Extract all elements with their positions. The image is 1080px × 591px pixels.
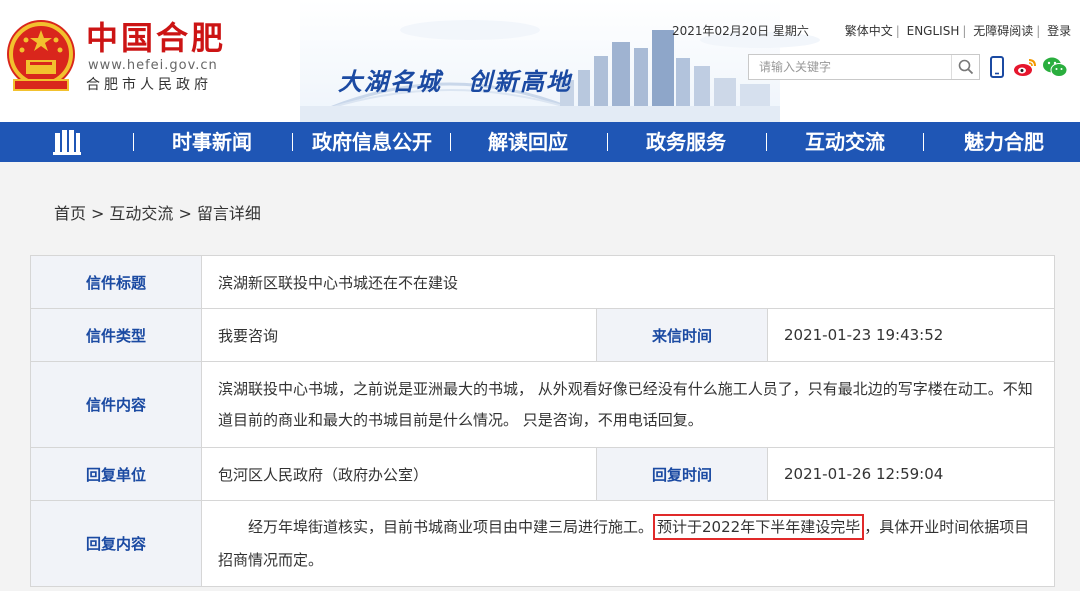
reply-content-label: 回复内容	[30, 500, 202, 587]
nav-separator	[923, 133, 924, 151]
logo-title: 中国合肥	[86, 19, 227, 57]
table-row: 回复单位 包河区人民政府（政府办公室） 回复时间 2021-01-26 12:5…	[30, 447, 1056, 501]
page: 中国合肥 www.hefei.gov.cn 合肥市人民政府 大湖名城 创新高地 …	[0, 0, 1080, 591]
letter-time-label: 来信时间	[596, 308, 768, 362]
nav-separator	[450, 133, 451, 151]
top-utility-bar: 2021年02月20日 星期六 繁体中文 | ENGLISH | 无障碍阅读 | 登录	[672, 22, 1071, 39]
reply-content-part1: 经万年埠街道核实，目前书城商业项目由中建三局进行施工。	[248, 517, 654, 536]
separator: |	[1036, 24, 1041, 38]
table-row: 信件标题 滨湖新区联投中心书城还在不在建设	[30, 255, 1056, 309]
logo-subtitle: 合肥市人民政府	[86, 77, 212, 93]
reply-highlight: 预计于2022年下半年建设完毕	[653, 513, 865, 540]
wechat-icon	[1043, 57, 1068, 77]
letter-detail-table: 信件标题 滨湖新区联投中心书城还在不在建设 信件类型 我要咨询 来信时间 202…	[30, 255, 1056, 587]
reply-time-label: 回复时间	[596, 447, 768, 501]
nav-home-button[interactable]	[52, 128, 82, 156]
reply-time: 2021-01-26 12:59:04	[766, 447, 1056, 501]
logo-url: www.hefei.gov.cn	[88, 58, 218, 73]
breadcrumb: 首页 > 互动交流 > 留言详细	[54, 200, 261, 224]
search-button[interactable]	[951, 55, 979, 79]
search-box	[748, 54, 980, 80]
nav-item-interpretation[interactable]: 解读回应	[474, 122, 582, 162]
reply-unit: 包河区人民政府（政府办公室）	[201, 447, 597, 501]
letter-type: 我要咨询	[201, 308, 597, 362]
table-row: 信件类型 我要咨询 来信时间 2021-01-23 19:43:52	[30, 308, 1056, 362]
search-input[interactable]	[749, 55, 949, 79]
letter-content-label: 信件内容	[30, 361, 202, 448]
national-emblem-icon	[7, 20, 75, 91]
breadcrumb-separator: >	[91, 204, 105, 223]
breadcrumb-interaction[interactable]: 互动交流	[109, 204, 173, 223]
nav-separator	[607, 133, 608, 151]
traditional-chinese-link[interactable]: 繁体中文	[845, 24, 893, 38]
letter-type-label: 信件类型	[30, 308, 202, 362]
mobile-icon	[990, 56, 1004, 78]
nav-item-interaction[interactable]: 互动交流	[791, 122, 899, 162]
breadcrumb-current: 留言详细	[196, 204, 261, 223]
nav-separator	[766, 133, 767, 151]
reply-content: 经万年埠街道核实，目前书城商业项目由中建三局进行施工。 预计于2022年下半年建设…	[200, 500, 1056, 587]
main-navigation: 时事新闻 政府信息公开 解读回应 政务服务 互动交流 魅力合肥	[0, 122, 1080, 162]
breadcrumb-separator: >	[178, 204, 192, 223]
table-row: 信件内容 滨湖联投中心书城，之前说是亚洲最大的书城， 从外观看好像已经没有什么施…	[30, 361, 1056, 448]
letter-content: 滨湖联投中心书城，之前说是亚洲最大的书城， 从外观看好像已经没有什么施工人员了，…	[200, 361, 1056, 448]
city-slogan: 大湖名城 创新高地	[338, 67, 572, 96]
english-link[interactable]: ENGLISH	[907, 24, 960, 38]
letter-title: 滨湖新区联投中心书城还在不在建设	[200, 255, 1056, 309]
letter-time: 2021-01-23 19:43:52	[766, 308, 1056, 362]
search-icon	[958, 59, 973, 75]
weibo-icon	[1014, 59, 1036, 76]
nav-separator	[292, 133, 293, 151]
nav-item-gov-info[interactable]: 政府信息公开	[302, 122, 442, 162]
current-date: 2021年02月20日 星期六	[672, 24, 809, 38]
letter-title-label: 信件标题	[30, 255, 202, 309]
nav-item-gov-services[interactable]: 政务服务	[632, 122, 740, 162]
login-link[interactable]: 登录	[1047, 24, 1071, 38]
table-row: 回复内容 经万年埠街道核实，目前书城商业项目由中建三局进行施工。 预计于2022年…	[30, 500, 1056, 587]
nav-item-current-news[interactable]: 时事新闻	[158, 122, 266, 162]
reply-unit-label: 回复单位	[30, 447, 202, 501]
accessible-reading-link[interactable]: 无障碍阅读	[973, 24, 1033, 38]
building-icon	[53, 130, 81, 155]
mobile-button[interactable]	[984, 54, 1010, 80]
wechat-button[interactable]	[1042, 54, 1068, 80]
separator: |	[962, 24, 967, 38]
separator: |	[895, 24, 900, 38]
site-header: 中国合肥 www.hefei.gov.cn 合肥市人民政府 大湖名城 创新高地 …	[0, 0, 1080, 122]
weibo-button[interactable]	[1012, 54, 1038, 80]
nav-item-charm-hefei[interactable]: 魅力合肥	[950, 122, 1058, 162]
breadcrumb-home[interactable]: 首页	[54, 204, 86, 223]
nav-separator	[133, 133, 134, 151]
